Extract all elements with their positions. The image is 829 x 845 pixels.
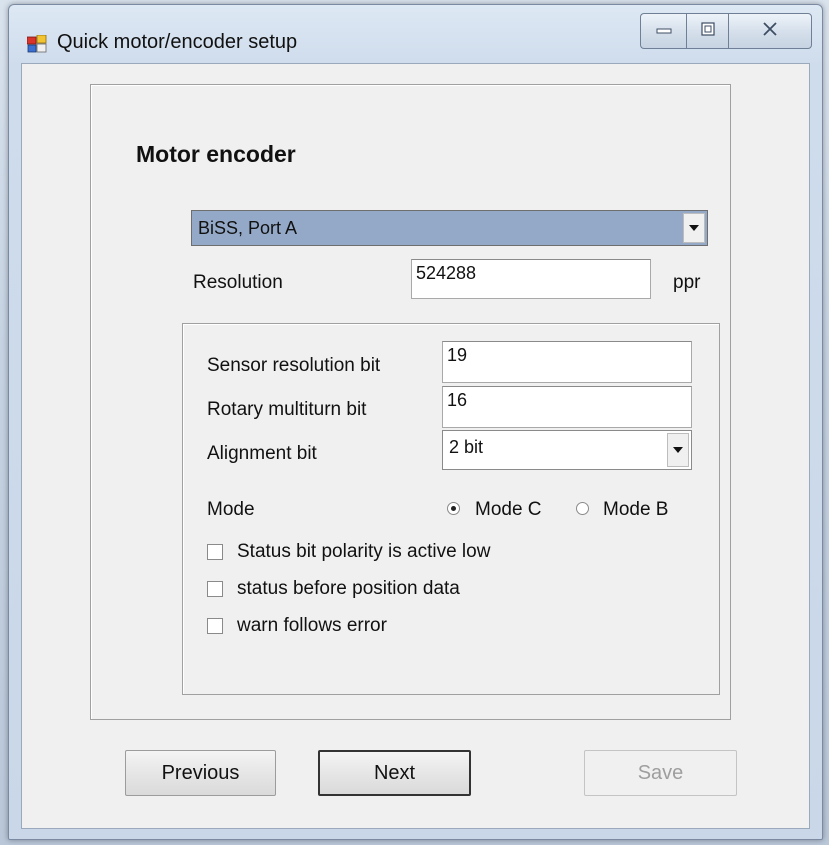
sensor-resolution-label: Sensor resolution bit [207, 355, 381, 376]
rotary-multiturn-field[interactable]: 16 [442, 386, 692, 428]
rotary-multiturn-label: Rotary multiturn bit [207, 399, 367, 420]
status-polarity-checkbox[interactable] [207, 544, 223, 560]
resolution-label: Resolution [193, 272, 283, 293]
mode-label: Mode [207, 499, 255, 520]
close-icon [762, 21, 778, 41]
alignment-label: Alignment bit [207, 443, 317, 464]
sensor-resolution-field[interactable]: 19 [442, 341, 692, 383]
encoder-type-dropdown[interactable]: BiSS, Port A [191, 210, 708, 246]
minimize-button[interactable] [640, 13, 686, 49]
section-heading: Motor encoder [136, 141, 296, 167]
app-window-icon [26, 34, 47, 53]
mode-c-label[interactable]: Mode C [475, 499, 542, 521]
chevron-down-icon[interactable] [667, 433, 689, 467]
close-button[interactable] [728, 13, 812, 49]
maximize-button[interactable] [686, 13, 728, 49]
biss-settings-group: Sensor resolution bit 19 Rotary multitur… [182, 323, 720, 695]
dialog-window: Quick motor/encoder setup Motor encoder [8, 4, 823, 840]
status-before-position-checkbox[interactable] [207, 581, 223, 597]
warn-follows-error-label[interactable]: warn follows error [237, 615, 387, 637]
dialog-client-area: Motor encoder BiSS, Port A Resolution 52… [21, 63, 810, 829]
encoder-group: Motor encoder BiSS, Port A Resolution 52… [90, 84, 731, 720]
status-polarity-label[interactable]: Status bit polarity is active low [237, 541, 490, 563]
encoder-type-value: BiSS, Port A [198, 218, 298, 238]
minimize-icon [656, 22, 672, 40]
window-title: Quick motor/encoder setup [57, 31, 298, 53]
next-button[interactable]: Next [318, 750, 471, 796]
save-button[interactable]: Save [584, 750, 737, 796]
caption-buttons [640, 13, 812, 49]
maximize-icon [700, 21, 715, 41]
resolution-field[interactable]: 524288 [411, 259, 651, 299]
status-before-position-label[interactable]: status before position data [237, 578, 460, 600]
resolution-unit: ppr [673, 272, 701, 293]
title-bar[interactable]: Quick motor/encoder setup [9, 5, 822, 63]
alignment-dropdown[interactable]: 2 bit [442, 430, 692, 470]
previous-button[interactable]: Previous [125, 750, 276, 796]
alignment-value: 2 bit [449, 437, 484, 457]
mode-c-radio[interactable] [447, 502, 460, 515]
mode-b-radio[interactable] [576, 502, 589, 515]
warn-follows-error-checkbox[interactable] [207, 618, 223, 634]
chevron-down-icon[interactable] [683, 213, 705, 243]
mode-b-label[interactable]: Mode B [603, 499, 668, 521]
